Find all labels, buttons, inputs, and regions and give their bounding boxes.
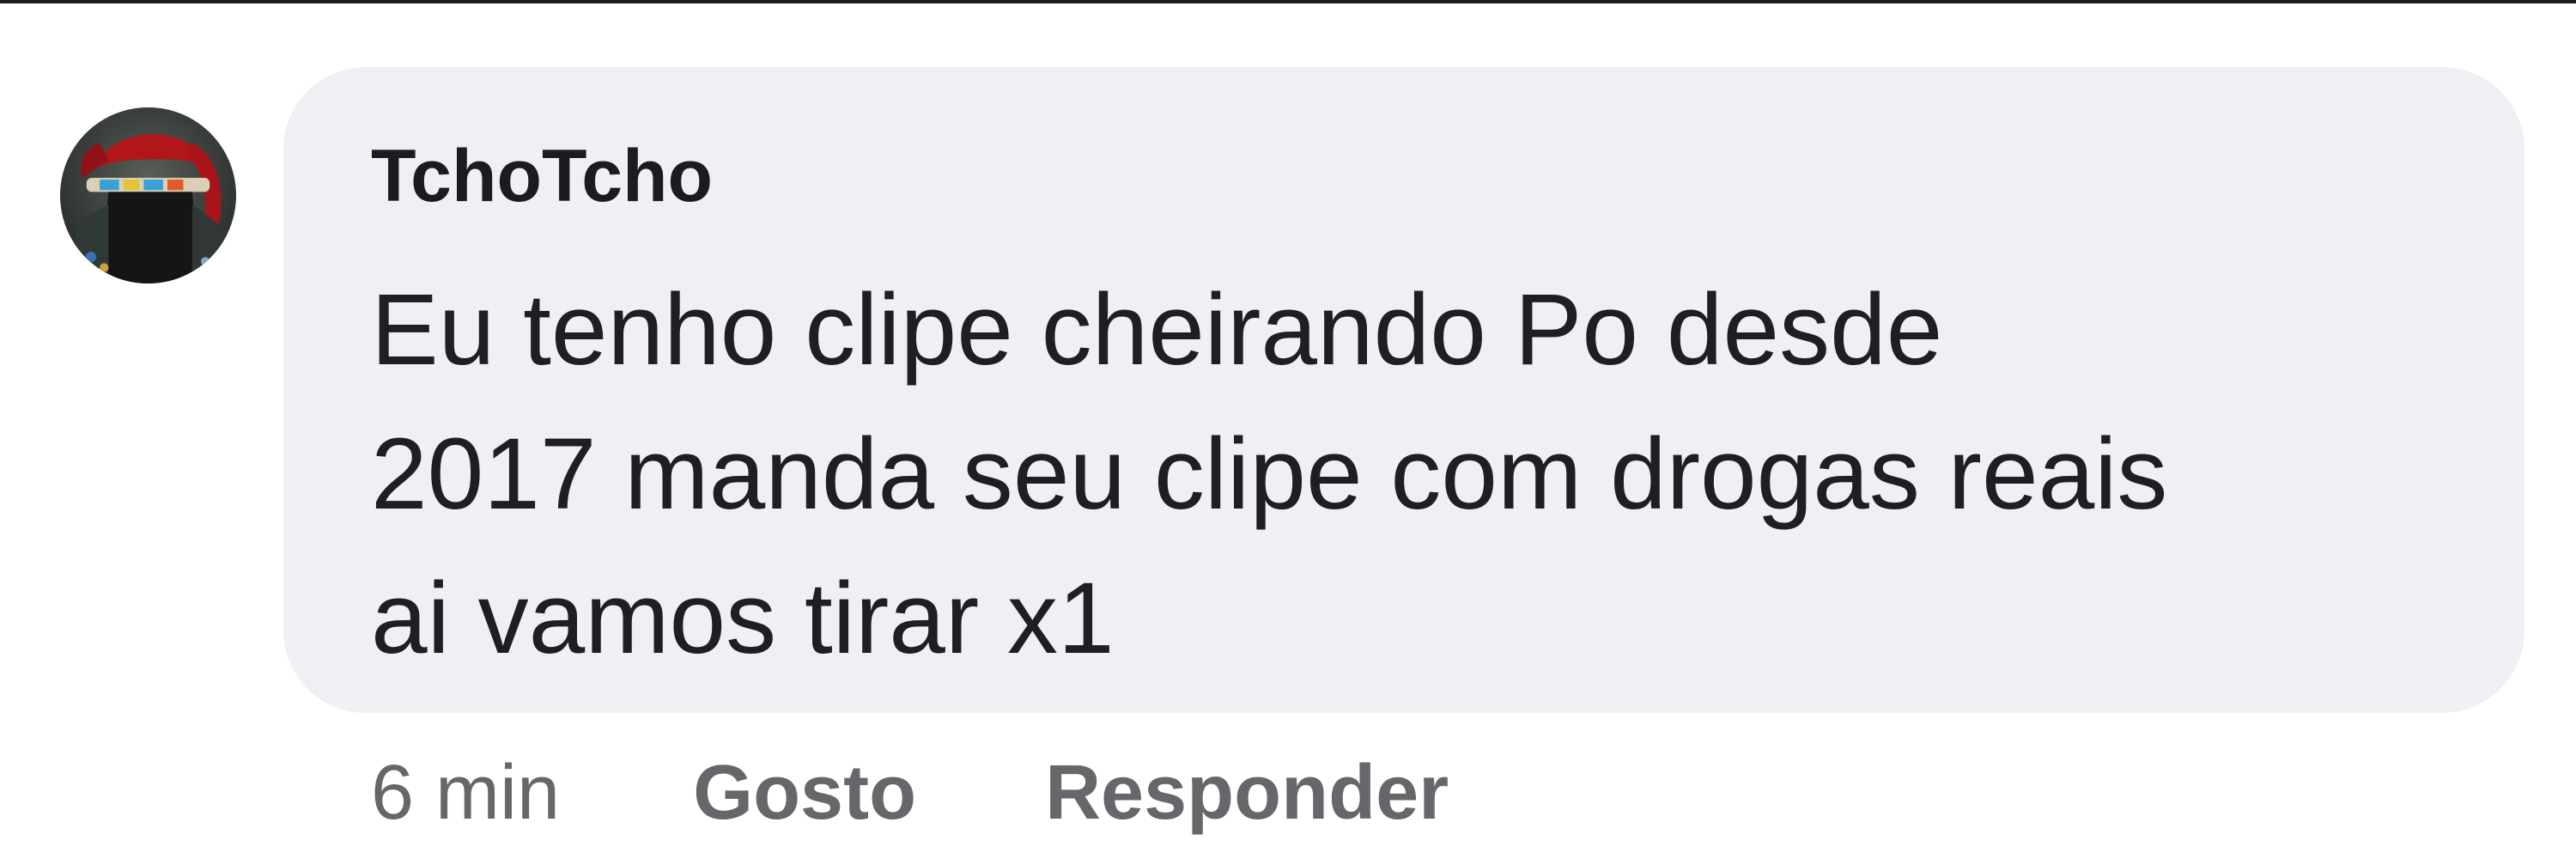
like-button[interactable]: Gosto	[693, 749, 916, 838]
comment-text-line: Eu tenho clipe cheirando Po desde	[371, 273, 1943, 387]
reply-button[interactable]: Responder	[1045, 749, 1449, 838]
comment-text: Eu tenho clipe cheirando Po desde 2017 m…	[371, 258, 2500, 691]
top-divider	[0, 0, 2576, 3]
comment-author-name[interactable]: TchoTcho	[371, 129, 713, 223]
comment-actions: 6 min Gosto Responder	[371, 746, 1577, 840]
avatar-photo-icon	[60, 107, 236, 283]
comment-text-line: 2017 manda seu clipe com drogas reais	[371, 417, 2168, 531]
comment-screenshot: TchoTcho Eu tenho clipe cheirando Po des…	[0, 0, 2576, 859]
comment-text-line: ai vamos tirar x1	[371, 562, 1115, 675]
author-avatar[interactable]	[60, 107, 236, 283]
comment-timestamp[interactable]: 6 min	[371, 749, 560, 838]
